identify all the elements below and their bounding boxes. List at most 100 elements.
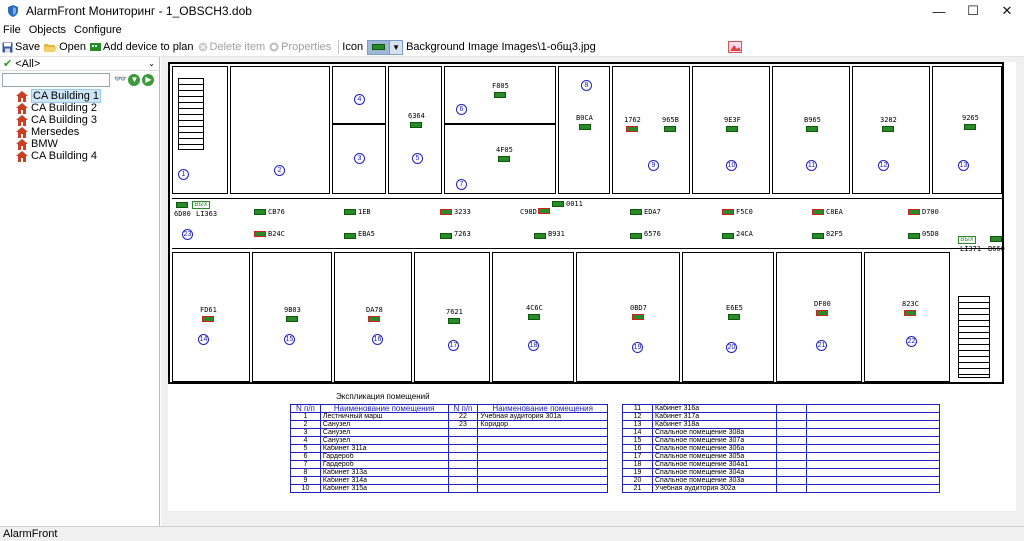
- room-number: 17: [448, 340, 459, 351]
- device-icon[interactable]: [626, 126, 638, 132]
- device-icon[interactable]: [552, 201, 564, 207]
- device-icon[interactable]: [579, 124, 591, 130]
- device-icon[interactable]: [494, 92, 506, 98]
- device-icon[interactable]: [344, 209, 356, 215]
- device-icon[interactable]: [908, 233, 920, 239]
- tree-item-bmw[interactable]: BMW: [0, 138, 159, 150]
- device-icon[interactable]: [538, 208, 550, 214]
- device-label: DF00: [814, 300, 831, 308]
- device-icon[interactable]: [728, 314, 740, 320]
- device-icon[interactable]: [286, 316, 298, 322]
- device-icon[interactable]: [812, 209, 824, 215]
- background-image-button[interactable]: [727, 41, 742, 53]
- device-icon[interactable]: [882, 126, 894, 132]
- table-cell: 16: [622, 444, 653, 453]
- device-icon[interactable]: [528, 314, 540, 320]
- device-icon[interactable]: [816, 310, 828, 316]
- maximize-button[interactable]: ☐: [956, 0, 990, 22]
- device-icon[interactable]: [908, 209, 920, 215]
- device-label: 6364: [408, 112, 425, 120]
- tree-item-ca-building-1[interactable]: CA Building 1: [0, 89, 159, 103]
- device-icon[interactable]: [254, 231, 266, 237]
- room-number: 11: [806, 160, 817, 171]
- check-icon: ✔: [3, 58, 13, 70]
- status-bar: AlarmFront: [0, 526, 1024, 541]
- device-icon[interactable]: [254, 209, 266, 215]
- menu-configure[interactable]: Configure: [74, 24, 122, 36]
- device-icon[interactable]: [722, 209, 734, 215]
- device-icon[interactable]: [726, 126, 738, 132]
- stairs-bottom: [958, 296, 990, 378]
- save-label: Save: [15, 41, 41, 53]
- save-button[interactable]: Save: [2, 41, 40, 53]
- device-icon[interactable]: [202, 316, 214, 322]
- device-icon[interactable]: [964, 124, 976, 130]
- device-label: 4F05: [496, 146, 513, 154]
- device-label: B931: [548, 230, 565, 238]
- room-number: 3: [354, 153, 365, 164]
- icon-select[interactable]: ▼: [367, 39, 404, 55]
- device-label: 4C6C: [526, 304, 543, 312]
- device-label: 9265: [962, 114, 979, 122]
- corridor-wall-top: [172, 198, 1002, 199]
- device-icon[interactable]: [722, 233, 734, 239]
- room-number: 7: [456, 179, 467, 190]
- menu-file[interactable]: File: [3, 24, 21, 36]
- device-icon[interactable]: [812, 233, 824, 239]
- device-icon[interactable]: [630, 233, 642, 239]
- device-icon[interactable]: [448, 318, 460, 324]
- device-swatch-icon: [368, 41, 389, 54]
- add-device-button[interactable]: Add device to plan: [90, 41, 194, 53]
- device-icon[interactable]: [904, 310, 916, 316]
- header-name: Наименование помещения: [319, 404, 449, 413]
- table-cell: [806, 412, 940, 421]
- save-icon: [2, 42, 13, 52]
- device-icon[interactable]: [630, 209, 642, 215]
- open-button[interactable]: Open: [44, 41, 86, 53]
- confirm-down-icon[interactable]: ▼: [128, 73, 141, 86]
- room-number: 1: [178, 169, 189, 180]
- properties-button[interactable]: Properties: [269, 41, 331, 53]
- device-icon[interactable]: [368, 316, 380, 322]
- device-icon[interactable]: [534, 233, 546, 239]
- device-icon[interactable]: [440, 233, 452, 239]
- binoculars-icon[interactable]: 👓: [114, 74, 126, 85]
- device-icon[interactable]: [410, 122, 422, 128]
- device-icon[interactable]: [498, 156, 510, 162]
- table-cell: Кабинет 316а: [652, 404, 777, 413]
- close-button[interactable]: ✕: [990, 0, 1024, 22]
- corridor-wall-bottom: [172, 248, 1002, 249]
- device-icon[interactable]: [806, 126, 818, 132]
- minimize-button[interactable]: —: [922, 0, 956, 22]
- delete-item-button[interactable]: Delete item: [198, 41, 265, 53]
- tree-item-mersedes[interactable]: Mersedes: [0, 126, 159, 138]
- device-label: 823C: [902, 300, 919, 308]
- house-icon: [16, 114, 28, 126]
- device-icon[interactable]: [176, 202, 188, 208]
- house-icon: [16, 90, 28, 102]
- table-cell: Кабинет 315а: [319, 484, 449, 493]
- play-next-icon[interactable]: ▶: [142, 73, 155, 86]
- device-icon[interactable]: [990, 236, 1002, 242]
- device-icon[interactable]: [440, 209, 452, 215]
- device-icon[interactable]: [664, 126, 676, 132]
- exit-sign[interactable]: ВЫХ: [958, 236, 976, 244]
- tree-item-label: Mersedes: [31, 126, 80, 138]
- table-cell: Кабинет 314а: [319, 476, 449, 485]
- filter-dropdown[interactable]: ✔ <All> ⌄: [0, 57, 159, 71]
- table-cell: [806, 460, 940, 469]
- table-cell: 1: [290, 412, 321, 421]
- exit-sign[interactable]: ВЫХ: [192, 201, 210, 209]
- tree-item-ca-building-3[interactable]: CA Building 3: [0, 114, 159, 126]
- tree-item-ca-building-2[interactable]: CA Building 2: [0, 102, 159, 114]
- search-input[interactable]: [2, 72, 110, 87]
- plan-canvas[interactable]: 1 2 3 4 5 6 7 8 9 10 11 12 13 14 15 16 1…: [161, 57, 1024, 526]
- explication-table-left: N п/п Наименование помещения N п/п Наиме…: [290, 404, 608, 493]
- room-number: 23: [182, 229, 193, 240]
- device-label: C8EA: [826, 208, 843, 216]
- device-label: F5C0: [736, 208, 753, 216]
- device-icon[interactable]: [632, 314, 644, 320]
- tree-item-ca-building-4[interactable]: CA Building 4: [0, 150, 159, 162]
- menu-objects[interactable]: Objects: [29, 24, 66, 36]
- device-icon[interactable]: [344, 233, 356, 239]
